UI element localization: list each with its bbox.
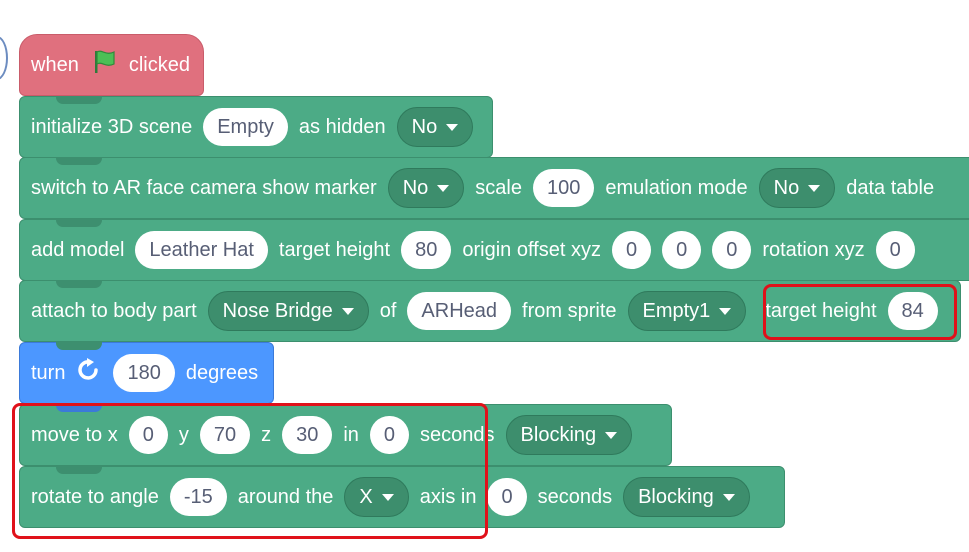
- block-notch: [56, 280, 102, 288]
- target-height-input[interactable]: 80: [401, 231, 452, 269]
- chevron-down-icon: [808, 184, 821, 192]
- hidden-value: No: [411, 115, 438, 138]
- chevron-down-icon: [446, 123, 459, 131]
- add-model-label: add model: [31, 238, 125, 261]
- body-part-dropdown[interactable]: Nose Bridge: [207, 291, 369, 331]
- marker-value: No: [402, 176, 429, 199]
- as-hidden-label: as hidden: [298, 115, 386, 138]
- add-model-block[interactable]: add model Leather Hat target height 80 o…: [19, 219, 969, 281]
- scale-label: scale: [475, 176, 522, 199]
- sprite-value: Empty1: [642, 299, 711, 322]
- scene-input[interactable]: Empty: [203, 108, 288, 146]
- initialize-label: initialize 3D scene: [31, 115, 193, 138]
- origin-x-input[interactable]: 0: [611, 231, 652, 269]
- attach-label: attach to body part: [31, 299, 197, 322]
- chevron-down-icon: [605, 431, 618, 439]
- green-flag-icon: [90, 48, 118, 82]
- emulation-mode-dropdown[interactable]: No: [758, 168, 836, 208]
- target-height-label: target height: [278, 238, 391, 261]
- of-label: of: [379, 299, 397, 322]
- block-notch: [56, 342, 102, 350]
- rotate-mode-value: Blocking: [638, 485, 714, 508]
- turn-degrees-input[interactable]: 180: [113, 354, 175, 392]
- model-name-input[interactable]: Leather Hat: [135, 231, 268, 269]
- initialize-3d-scene-block[interactable]: initialize 3D scene Empty as hidden No: [19, 96, 493, 158]
- move-mode-value: Blocking: [520, 423, 597, 446]
- turn-label: turn: [31, 361, 66, 384]
- hidden-dropdown[interactable]: No: [396, 107, 474, 147]
- move-blocking-dropdown[interactable]: Blocking: [505, 415, 633, 455]
- rotate-right-icon: [76, 357, 102, 389]
- target-object-input[interactable]: ARHead: [407, 292, 512, 330]
- switch-ar-label: switch to AR face camera show marker: [31, 176, 377, 199]
- block-notch: [56, 157, 102, 165]
- chevron-down-icon: [437, 184, 450, 192]
- block-notch: [56, 96, 102, 104]
- sprite-dropdown[interactable]: Empty1: [627, 291, 747, 331]
- block-notch: [56, 219, 102, 227]
- emulation-mode-label: emulation mode: [605, 176, 748, 199]
- when-label: when: [31, 53, 79, 76]
- turn-block[interactable]: turn 180 degrees: [19, 342, 274, 404]
- show-marker-dropdown[interactable]: No: [387, 168, 465, 208]
- chevron-down-icon: [341, 307, 354, 315]
- when-flag-clicked-block[interactable]: when clicked: [19, 34, 204, 96]
- origin-z-input[interactable]: 0: [712, 231, 752, 269]
- from-sprite-label: from sprite: [522, 299, 617, 322]
- degrees-label: degrees: [185, 361, 259, 384]
- clicked-label: clicked: [128, 53, 190, 76]
- highlight-target-height: [763, 284, 957, 340]
- highlight-move-rotate-blocks: [12, 403, 488, 539]
- scale-input[interactable]: 100: [532, 169, 595, 207]
- origin-offset-label: origin offset xyz: [462, 238, 601, 261]
- body-part-value: Nose Bridge: [222, 299, 333, 322]
- rotate-blocking-dropdown[interactable]: Blocking: [623, 477, 750, 517]
- chevron-down-icon: [719, 307, 732, 315]
- data-table-label: data table: [846, 176, 935, 199]
- rotation-x-input[interactable]: 0: [875, 231, 915, 269]
- switch-ar-camera-block[interactable]: switch to AR face camera show marker No …: [19, 157, 969, 219]
- rotate-seconds-input[interactable]: 0: [487, 478, 527, 516]
- origin-y-input[interactable]: 0: [662, 231, 702, 269]
- workspace-edge-control[interactable]: [0, 36, 8, 80]
- chevron-down-icon: [722, 493, 735, 501]
- rotation-xyz-label: rotation xyz: [762, 238, 865, 261]
- rotate-seconds-label: seconds: [537, 485, 613, 508]
- emulation-value: No: [773, 176, 800, 199]
